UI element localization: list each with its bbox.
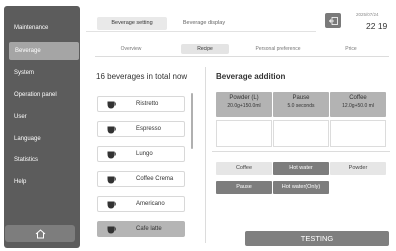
sidebar-item-user[interactable]: User	[4, 108, 80, 126]
empty-slot[interactable]	[216, 120, 272, 147]
beverage-item-label: Espresso	[136, 126, 162, 132]
tab-beverage-display[interactable]: Beverage display	[171, 17, 237, 30]
app-frame: Maintenance Beverage System Operation pa…	[0, 0, 396, 251]
sidebar: Maintenance Beverage System Operation pa…	[4, 6, 80, 248]
option-coffee[interactable]: Coffee	[216, 162, 272, 175]
option-hot-water-only[interactable]: Hot water(Only)	[273, 181, 329, 194]
param-value: 5.0 seconds	[287, 103, 315, 109]
option-powder[interactable]: Powder	[330, 162, 386, 175]
cup-icon	[107, 201, 116, 209]
beverage-item-label: Coffee Crema	[136, 176, 174, 182]
sidebar-item-language[interactable]: Language	[4, 130, 80, 148]
testing-button[interactable]: TESTING	[245, 231, 389, 246]
subtab-underline	[95, 56, 389, 57]
list-scrollbar[interactable]	[191, 93, 193, 149]
tab-underline	[86, 31, 316, 32]
sidebar-item-statistics[interactable]: Statistics	[4, 151, 80, 169]
empty-slot[interactable]	[273, 120, 329, 147]
beverage-item-label: Lungo	[136, 151, 153, 157]
subtab-recipe[interactable]: Recipe	[181, 44, 229, 54]
sidebar-item-help[interactable]: Help	[4, 173, 80, 191]
exit-icon	[328, 16, 338, 25]
home-button[interactable]	[5, 225, 75, 242]
beverage-addition-title: Beverage addition	[216, 72, 286, 81]
param-name: Coffee	[349, 95, 367, 101]
param-powder[interactable]: Powder (L) 20.0g+150.0ml	[216, 92, 272, 117]
subtab-price[interactable]: Price	[327, 44, 375, 54]
beverage-item-espresso[interactable]: Espresso	[97, 121, 185, 137]
empty-slot[interactable]	[330, 120, 386, 147]
cup-icon	[107, 176, 116, 184]
param-value: 12.0g+50.0 ml	[342, 103, 374, 109]
option-hot-water[interactable]: Hot water	[273, 162, 329, 175]
section-divider	[212, 151, 390, 152]
time-display: 22 19	[366, 21, 388, 31]
date-display: 2025/07/24	[356, 12, 379, 17]
sidebar-item-operation-panel[interactable]: Operation panel	[4, 86, 80, 104]
cup-icon	[107, 151, 116, 159]
beverage-item-label: Americano	[136, 201, 165, 207]
beverage-item-lungo[interactable]: Lungo	[97, 146, 185, 162]
home-icon	[35, 228, 45, 238]
beverage-item-americano[interactable]: Americano	[97, 196, 185, 212]
beverage-count-title: 16 beverages in total now	[96, 72, 188, 81]
subtab-overview[interactable]: Overview	[107, 44, 155, 54]
param-coffee[interactable]: Coffee 12.0g+50.0 ml	[330, 92, 386, 117]
beverage-item-label: Cafe latte	[136, 226, 162, 232]
beverage-item-ristretto[interactable]: Ristretto	[97, 96, 185, 112]
exit-button[interactable]	[325, 13, 341, 28]
cup-icon	[107, 101, 116, 109]
beverage-item-label: Ristretto	[136, 101, 159, 107]
beverage-item-coffee-crema[interactable]: Coffee Crema	[97, 171, 185, 187]
beverage-item-cafe-latte[interactable]: Cafe latte	[97, 221, 185, 237]
param-name: Powder (L)	[229, 95, 259, 101]
sidebar-item-system[interactable]: System	[4, 64, 80, 82]
panel-divider	[205, 67, 206, 243]
option-pause[interactable]: Pause	[216, 181, 272, 194]
cup-icon	[107, 126, 116, 134]
subtab-personal-preference[interactable]: Personal preference	[246, 44, 310, 54]
param-name: Pause	[292, 95, 310, 101]
sidebar-item-beverage[interactable]: Beverage	[9, 42, 79, 60]
param-pause[interactable]: Pause 5.0 seconds	[273, 92, 329, 117]
sidebar-item-maintenance[interactable]: Maintenance	[4, 19, 80, 37]
cup-icon	[107, 226, 116, 234]
tab-beverage-setting[interactable]: Beverage setting	[97, 17, 167, 30]
param-value: 20.0g+150.0ml	[227, 103, 261, 109]
